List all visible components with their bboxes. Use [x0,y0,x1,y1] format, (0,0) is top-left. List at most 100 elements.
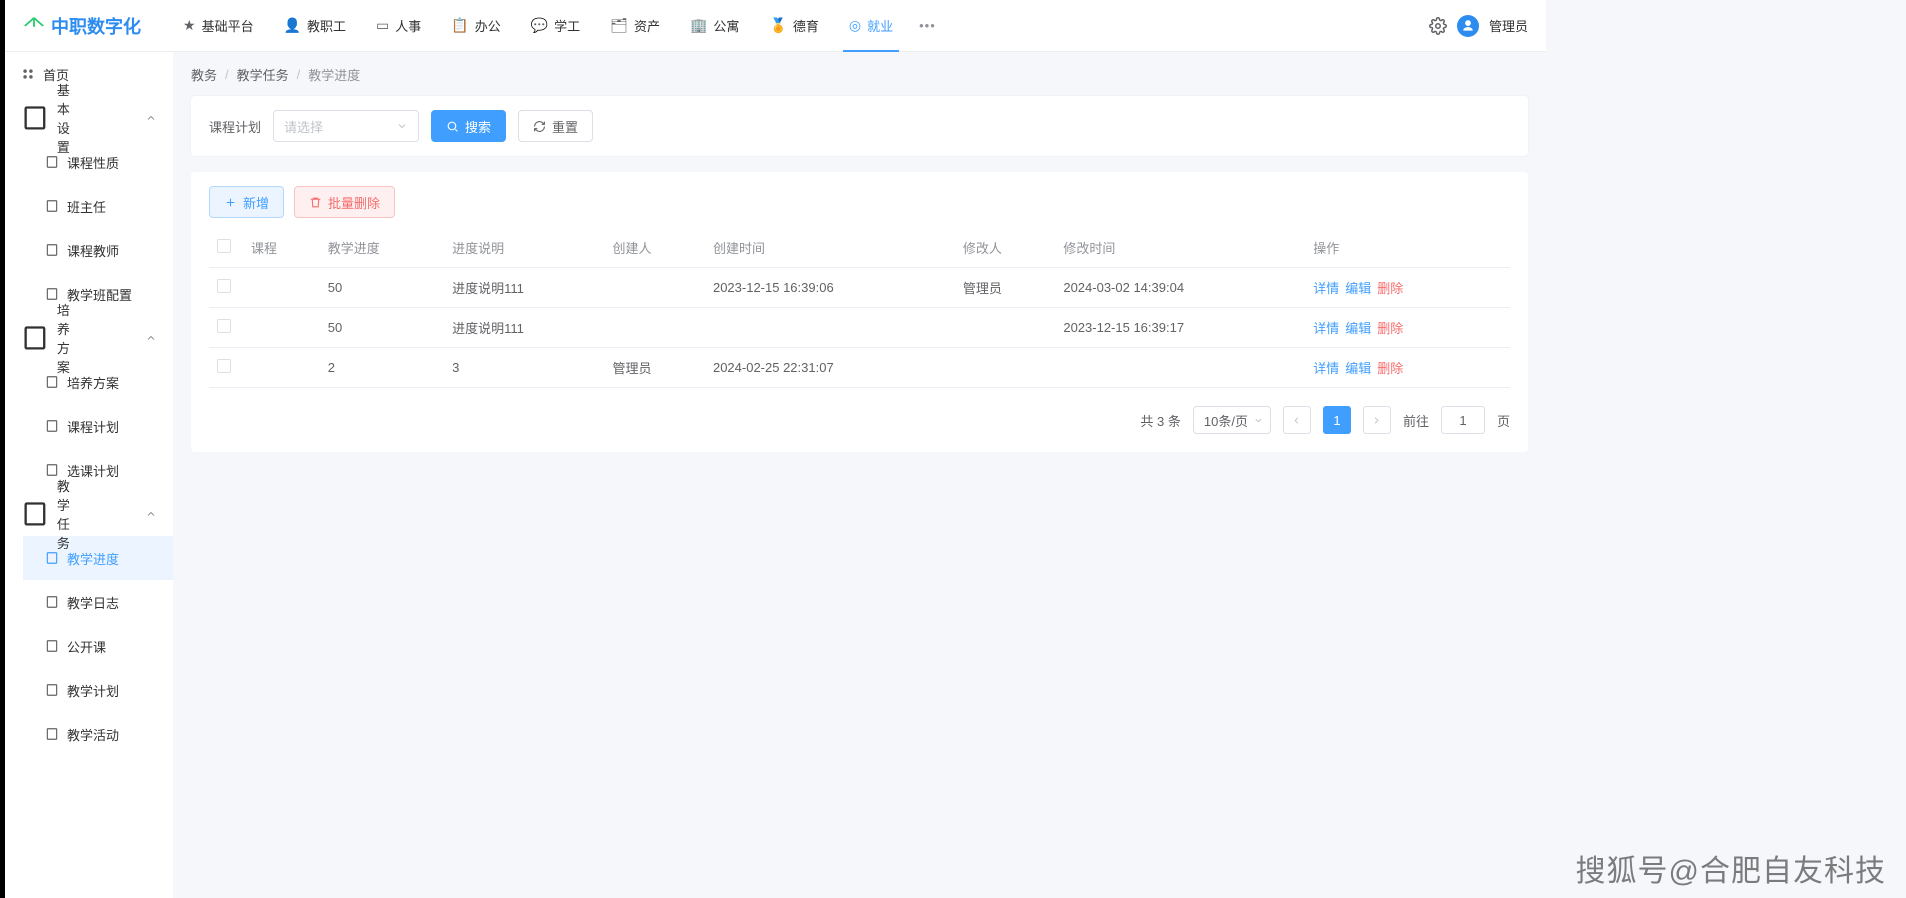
cell-mtime: 2023-12-15 16:39:17 [1055,308,1305,348]
brand-text: 中职数字化 [51,13,141,39]
topnav-item-5[interactable]: 🗂资产 [596,0,674,52]
edit-link[interactable]: 编辑 [1345,321,1371,336]
sidebar-item-class-teacher[interactable]: 班主任 [23,184,173,228]
reset-button[interactable]: 重置 [518,110,593,142]
breadcrumb-item[interactable]: 教务 [191,65,217,84]
settings-icon[interactable] [1429,17,1447,35]
badge-icon: 🏅 [769,17,786,34]
detail-link[interactable]: 详情 [1313,321,1339,336]
topnav-item-0[interactable]: ★基础平台 [169,0,268,52]
book-icon [21,324,49,352]
course-plan-select[interactable]: 请选择 [273,110,419,142]
detail-link[interactable]: 详情 [1313,281,1339,296]
detail-link[interactable]: 详情 [1313,361,1339,376]
page-size-select[interactable]: 10条/页 [1193,406,1271,434]
add-button[interactable]: 新增 [209,186,284,218]
search-button[interactable]: 搜索 [431,110,506,142]
sidebar-item-course-plan[interactable]: 课程计划 [23,404,173,448]
table-row: 23管理员2024-02-25 22:31:07详情编辑删除 [209,348,1510,388]
topnav-item-2[interactable]: ▭人事 [362,0,435,52]
sidebar-group-basic[interactable]: 基本设置 [5,96,173,140]
star-icon: ★ [183,17,196,34]
topnav-item-8[interactable]: ◎就业 [835,0,907,52]
clipboard-icon: 📋 [451,17,468,34]
checkbox-row[interactable] [217,359,231,373]
book-icon [45,375,59,389]
sidebar: 首页 基本设置 课程性质 班主任 课程教师 教学班配置 培养方案 培养方案 课程… [5,52,173,898]
book-icon [21,500,49,528]
delete-link[interactable]: 删除 [1377,321,1403,336]
avatar[interactable] [1457,15,1479,37]
cell-ops: 详情编辑删除 [1305,308,1510,348]
refresh-icon [533,120,546,133]
sidebar-item-log[interactable]: 教学日志 [23,580,173,624]
book-icon [45,683,59,697]
user-label[interactable]: 管理员 [1489,16,1528,35]
breadcrumb-current: 教学进度 [308,65,360,84]
next-page-button[interactable] [1363,406,1391,434]
table-panel: 新增 批量删除 课程 教学进度 进度说明 创建人 [191,172,1528,452]
topnav-item-6[interactable]: 🏢公寓 [676,0,753,52]
sidebar-item-openclass[interactable]: 公开课 [23,624,173,668]
content: 教务 / 教学任务 / 教学进度 课程计划 请选择 搜索 [173,52,1546,898]
cell-ctime [705,308,955,348]
cell-desc: 进度说明111 [444,268,604,308]
col-mtime: 修改时间 [1055,228,1305,268]
delete-link[interactable]: 删除 [1377,361,1403,376]
delete-link[interactable]: 删除 [1377,281,1403,296]
chat-icon: 💬 [531,17,548,34]
breadcrumb-sep: / [225,67,229,82]
sidebar-group-task[interactable]: 教学任务 [5,492,173,536]
sidebar-item-teachplan[interactable]: 教学计划 [23,668,173,712]
topnav-item-3[interactable]: 📋办公 [437,0,514,52]
batch-delete-button[interactable]: 批量删除 [294,186,395,218]
leaf-icon [23,15,45,37]
book-icon [45,199,59,213]
cell-course [243,348,320,388]
top-right: 管理员 [1429,15,1528,37]
goto-label-pre: 前往 [1403,411,1429,430]
topnav-item-7[interactable]: 🏅德育 [755,0,832,52]
pager-total: 共 3 条 [1140,411,1180,430]
sidebar-item-course-teacher[interactable]: 课程教师 [23,228,173,272]
checkbox-all[interactable] [217,239,231,253]
sidebar-group-plan[interactable]: 培养方案 [5,316,173,360]
prev-page-button[interactable] [1283,406,1311,434]
chevron-down-icon [396,120,408,132]
book-icon [45,551,59,565]
goto-input[interactable] [1441,406,1485,434]
book-icon [45,727,59,741]
filter-panel: 课程计划 请选择 搜索 重置 [191,96,1528,156]
topnav-more[interactable]: ••• [909,18,946,33]
edit-link[interactable]: 编辑 [1345,361,1371,376]
cell-course [243,268,320,308]
col-ctime: 创建时间 [705,228,955,268]
topnav-item-4[interactable]: 💬学工 [517,0,594,52]
cell-modifier [955,308,1056,348]
cell-modifier: 管理员 [955,268,1056,308]
chevron-right-icon [1371,415,1382,426]
cell-modifier [955,348,1056,388]
breadcrumb-item[interactable]: 教学任务 [237,65,289,84]
cell-mtime [1055,348,1305,388]
book-icon [45,419,59,433]
table-row: 50进度说明1112023-12-15 16:39:17详情编辑删除 [209,308,1510,348]
cell-mtime: 2024-03-02 14:39:04 [1055,268,1305,308]
edit-link[interactable]: 编辑 [1345,281,1371,296]
col-modifier: 修改人 [955,228,1056,268]
sidebar-item-activity[interactable]: 教学活动 [23,712,173,756]
dashboard-icon [21,67,35,81]
brand[interactable]: 中职数字化 [23,13,141,39]
table-row: 50进度说明1112023-12-15 16:39:06管理员2024-03-0… [209,268,1510,308]
cell-progress: 2 [320,348,444,388]
page-number[interactable]: 1 [1323,406,1351,434]
breadcrumb-sep: / [297,67,301,82]
col-ops: 操作 [1305,228,1510,268]
search-icon [446,120,459,133]
cell-creator: 管理员 [604,348,705,388]
id-icon: ▭ [376,17,389,34]
topnav-item-1[interactable]: 👤教职工 [270,0,360,52]
trash-icon [309,196,322,209]
checkbox-row[interactable] [217,279,231,293]
checkbox-row[interactable] [217,319,231,333]
